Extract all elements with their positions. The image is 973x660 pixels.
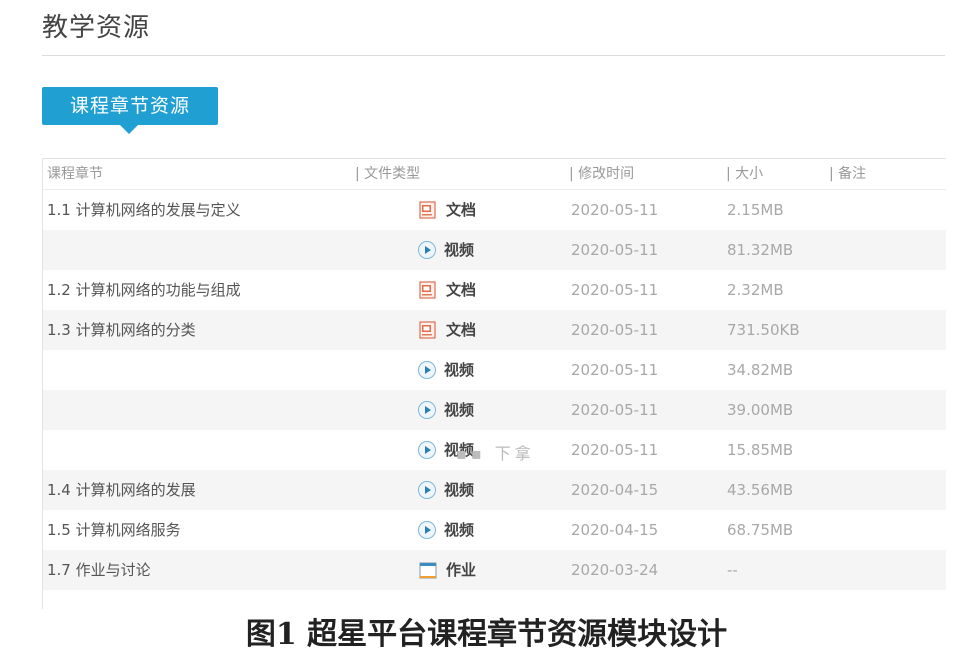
- table-row[interactable]: 1.3 计算机网络的分类 文档 2020-05-11 731.50KB: [43, 310, 946, 350]
- file-type-cell[interactable]: 视频: [418, 470, 474, 510]
- video-icon: [418, 401, 436, 419]
- file-type-label[interactable]: 文档: [446, 190, 476, 230]
- chapter-cell: 1.7 作业与讨论: [47, 561, 151, 579]
- tab-pointer: [120, 125, 138, 134]
- file-type-label[interactable]: 视频: [444, 510, 474, 550]
- modified-date-cell: 2020-05-11: [571, 401, 659, 419]
- size-cell: 34.82MB: [727, 361, 794, 379]
- document-icon: [418, 200, 438, 220]
- file-type-cell[interactable]: 视频: [418, 350, 474, 390]
- table-row[interactable]: 1.4 计算机网络的发展 视频 2020-04-15 43.56MB: [43, 470, 946, 510]
- table-row[interactable]: 1.5 计算机网络服务 视频 2020-04-15 68.75MB: [43, 510, 946, 550]
- size-cell: 2.32MB: [727, 281, 784, 299]
- page-title: 教学资源: [42, 13, 151, 43]
- file-type-label[interactable]: 文档: [446, 270, 476, 310]
- file-type-cell[interactable]: 视频: [418, 230, 474, 270]
- size-cell: 2.15MB: [727, 201, 784, 219]
- resource-table: 课程章节 | 文件类型 | 修改时间 | 大小 | 备注 1.1 计算机网络的发…: [42, 158, 946, 609]
- chapter-cell: 1.2 计算机网络的功能与组成: [47, 281, 241, 299]
- table-row[interactable]: 1.2 计算机网络的功能与组成 文档 2020-05-11 2.32MB: [43, 270, 946, 310]
- header-modified-time[interactable]: | 修改时间: [569, 159, 634, 189]
- modified-date-cell: 2020-05-11: [571, 361, 659, 379]
- header-file-type[interactable]: | 文件类型: [355, 159, 420, 189]
- file-type-cell[interactable]: 视频: [418, 390, 474, 430]
- video-icon: [418, 441, 436, 459]
- size-cell: 731.50KB: [727, 321, 800, 339]
- file-type-label[interactable]: 作业: [446, 550, 476, 590]
- modified-date-cell: 2020-05-11: [571, 201, 659, 219]
- figure-caption: 图1 超星平台课程章节资源模块设计: [245, 617, 728, 652]
- chapter-cell: 1.1 计算机网络的发展与定义: [47, 201, 241, 219]
- size-cell: 81.32MB: [727, 241, 794, 259]
- size-cell: 39.00MB: [727, 401, 794, 419]
- chapter-cell: 1.5 计算机网络服务: [47, 521, 181, 539]
- modified-date-cell: 2020-05-11: [571, 281, 659, 299]
- table-row[interactable]: 1.7 作业与讨论 作业 2020-03-24 --: [43, 550, 946, 590]
- modified-date-cell: 2020-05-11: [571, 441, 659, 459]
- modified-date-cell: 2020-03-24: [571, 561, 659, 579]
- modified-date-cell: 2020-05-11: [571, 321, 659, 339]
- document-icon: [418, 320, 438, 340]
- title-divider: [42, 55, 945, 56]
- load-more[interactable]: ▪▪ 下拿: [456, 440, 535, 464]
- table-row[interactable]: 视频 2020-05-11 39.00MB: [43, 390, 946, 430]
- table-row[interactable]: 视频 2020-05-11 81.32MB: [43, 230, 946, 270]
- file-type-label[interactable]: 视频: [444, 390, 474, 430]
- file-type-cell[interactable]: 文档: [418, 190, 476, 230]
- assignment-icon: [418, 560, 438, 580]
- size-cell: 68.75MB: [727, 521, 794, 539]
- document-icon: [418, 280, 438, 300]
- size-cell: 43.56MB: [727, 481, 794, 499]
- header-size[interactable]: | 大小: [726, 159, 763, 189]
- table-row[interactable]: 1.1 计算机网络的发展与定义 文档 2020-05-11 2.15MB: [43, 190, 946, 230]
- file-type-cell[interactable]: 文档: [418, 310, 476, 350]
- file-type-cell[interactable]: 视频: [418, 510, 474, 550]
- video-icon: [418, 481, 436, 499]
- chapter-cell: 1.4 计算机网络的发展: [47, 481, 196, 499]
- table-header: 课程章节 | 文件类型 | 修改时间 | 大小 | 备注: [43, 159, 946, 190]
- video-icon: [418, 241, 436, 259]
- table-row[interactable]: 视频 2020-05-11 34.82MB: [43, 350, 946, 390]
- modified-date-cell: 2020-05-11: [571, 241, 659, 259]
- header-chapter[interactable]: 课程章节: [47, 159, 103, 189]
- file-type-cell[interactable]: 作业: [418, 550, 476, 590]
- tab-chapter-resources[interactable]: 课程章节资源: [42, 87, 218, 125]
- chapter-cell: 1.3 计算机网络的分类: [47, 321, 196, 339]
- video-icon: [418, 361, 436, 379]
- modified-date-cell: 2020-04-15: [571, 481, 659, 499]
- file-type-label[interactable]: 视频: [444, 470, 474, 510]
- table-body: 1.1 计算机网络的发展与定义 文档 2020-05-11 2.15MB 视频 2020-…: [43, 190, 946, 590]
- header-note[interactable]: | 备注: [829, 159, 866, 189]
- file-type-cell[interactable]: 文档: [418, 270, 476, 310]
- video-icon: [418, 521, 436, 539]
- file-type-label[interactable]: 视频: [444, 350, 474, 390]
- file-type-label[interactable]: 文档: [446, 310, 476, 350]
- size-cell: 15.85MB: [727, 441, 794, 459]
- file-type-label[interactable]: 视频: [444, 230, 474, 270]
- modified-date-cell: 2020-04-15: [571, 521, 659, 539]
- size-cell: --: [727, 561, 738, 579]
